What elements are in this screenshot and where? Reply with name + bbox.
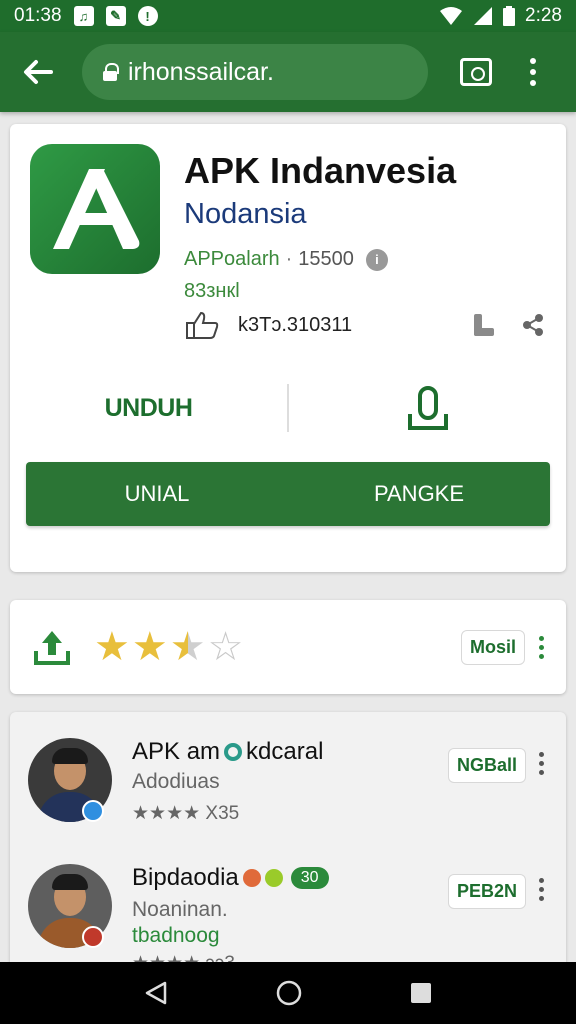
- arrow-back-icon: [24, 60, 53, 84]
- status-time-left: 01:38: [14, 5, 62, 26]
- star-icon[interactable]: ★: [94, 627, 130, 667]
- app-developer-link[interactable]: Nodansia: [184, 198, 307, 231]
- reaction-icon: [224, 743, 243, 761]
- share-icon[interactable]: [520, 312, 546, 338]
- reviewer-subtitle: Noaninan.: [132, 898, 228, 921]
- more-options-icon[interactable]: [539, 878, 544, 901]
- browser-toolbar: irhonssailcar.: [0, 32, 576, 112]
- upload-icon[interactable]: [32, 627, 72, 667]
- status-bar: 01:38 ♫ ✎ ! 2:28: [0, 0, 576, 32]
- wifi-icon: [440, 7, 463, 25]
- reviewer-name-suffix: kdcaral: [246, 738, 324, 765]
- download-icon[interactable]: [406, 384, 450, 432]
- nav-home-icon[interactable]: [275, 979, 303, 1007]
- reviewer-name-row: Bipdaodia 30: [132, 864, 329, 892]
- signal-icon: [474, 7, 493, 25]
- more-options-icon[interactable]: [539, 752, 544, 775]
- camera-icon[interactable]: [460, 58, 492, 86]
- verified-badge-icon: [82, 800, 104, 822]
- reviewer-name: Bipdaodia: [132, 864, 239, 891]
- emoji-icon: [242, 869, 261, 887]
- nav-back-icon[interactable]: [144, 980, 168, 1006]
- unduh-button[interactable]: UNDUH: [105, 394, 193, 423]
- uninstall-button[interactable]: UNIAL: [26, 481, 288, 507]
- app-title: APK Indanvesia: [184, 150, 457, 191]
- app-stat: k3Tɔ.310311: [238, 313, 353, 336]
- reviewer-name-row: APK am kdcaral: [132, 738, 323, 766]
- rating-card: ★ ★ ★ ☆ Mosil: [10, 600, 566, 694]
- back-button[interactable]: [14, 48, 62, 96]
- open-button[interactable]: PANGKE: [288, 481, 550, 507]
- system-nav-bar: [0, 962, 576, 1024]
- alert-notification-icon: !: [137, 6, 158, 26]
- flag-icon[interactable]: [472, 312, 496, 338]
- review-stars: ★★★★ X35: [132, 803, 240, 824]
- edit-notification-icon: ✎: [105, 6, 126, 26]
- badge-icon: [82, 926, 104, 948]
- review-item[interactable]: APK am kdcaral Adodiuas ★★★★ X35 NGBall: [10, 736, 566, 856]
- app-category-row: APPoalarh · 15500 i: [184, 248, 388, 271]
- app-info-card: APK Indanvesia Nodansia APPoalarh · 1550…: [10, 124, 566, 572]
- install-open-bar: UNIAL PANGKE: [26, 462, 550, 526]
- music-notification-icon: ♫: [73, 6, 94, 26]
- emoji-icon: [264, 869, 283, 887]
- app-price: 83знкl: [184, 280, 240, 302]
- app-meta-row: k3Tɔ.310311: [184, 310, 546, 340]
- secondary-actions-row: UNDUH: [10, 372, 566, 444]
- nav-recents-icon[interactable]: [410, 982, 432, 1004]
- reviewer-name: APK am: [132, 738, 221, 765]
- app-category[interactable]: APPoalarh: [184, 248, 280, 271]
- reviewer-tag: tbadnoog: [132, 924, 220, 947]
- star-icon[interactable]: ★: [132, 627, 168, 667]
- separator: ·: [285, 248, 293, 270]
- url-bar[interactable]: irhonssailcar.: [82, 44, 428, 100]
- star-empty-icon[interactable]: ☆: [208, 627, 244, 667]
- review-pill: 30: [290, 867, 329, 889]
- more-options-icon[interactable]: [539, 635, 544, 659]
- rating-chip[interactable]: Mosil: [460, 629, 525, 665]
- battery-icon: [503, 6, 516, 26]
- thumbs-up-icon[interactable]: [184, 310, 220, 340]
- app-logo-icon: [30, 144, 160, 274]
- reviewer-subtitle: Adodiuas: [132, 770, 220, 793]
- app-downloads: 15500: [298, 248, 354, 270]
- review-chip[interactable]: PEB2N: [447, 874, 526, 909]
- rating-stars[interactable]: ★ ★ ★ ☆: [94, 627, 243, 667]
- status-time-right: 2:28: [525, 5, 562, 26]
- more-menu-icon[interactable]: [530, 58, 536, 86]
- info-icon[interactable]: i: [365, 248, 388, 271]
- lock-icon: [102, 63, 119, 81]
- star-half-icon[interactable]: ★: [170, 627, 206, 667]
- review-chip[interactable]: NGBall: [447, 748, 526, 783]
- url-text: irhonssailcar.: [128, 57, 274, 86]
